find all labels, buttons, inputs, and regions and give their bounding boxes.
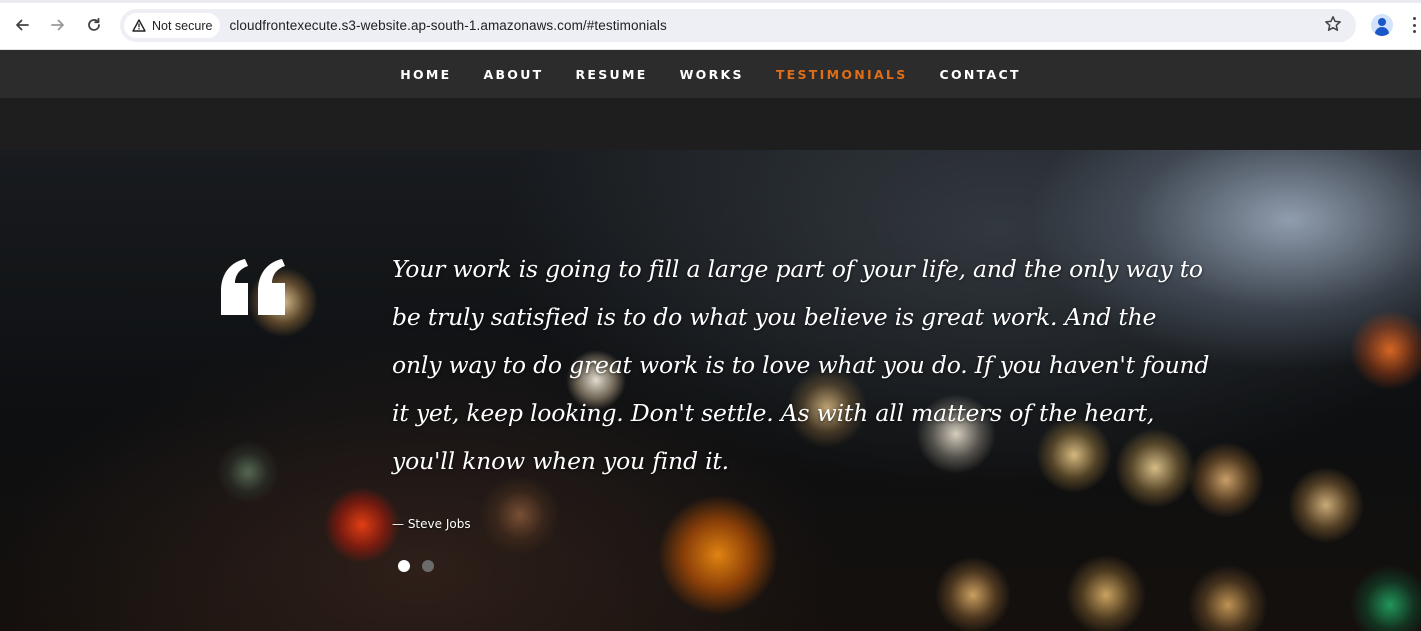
tab-strip-edge	[0, 0, 1421, 3]
forward-button[interactable]	[44, 11, 72, 39]
back-button[interactable]	[8, 11, 36, 39]
address-bar[interactable]: Not secure cloudfrontexecute.s3-website.…	[120, 9, 1356, 42]
slider-pagination	[398, 560, 434, 572]
nav-works[interactable]: WORKS	[664, 67, 760, 82]
nav-testimonials[interactable]: TESTIMONIALS	[760, 67, 924, 82]
security-label: Not secure	[152, 18, 213, 33]
url-text[interactable]: cloudfrontexecute.s3-website.ap-south-1.…	[229, 18, 666, 33]
avatar-body	[1375, 27, 1389, 36]
slide-dot-2[interactable]	[422, 560, 434, 572]
quote-left-icon	[221, 259, 285, 315]
menu-dot	[1412, 17, 1416, 20]
menu-dot	[1412, 23, 1416, 27]
browser-menu-icon[interactable]	[1412, 17, 1416, 33]
nav-contact[interactable]: CONTACT	[924, 67, 1037, 82]
nav-resume[interactable]: RESUME	[559, 67, 663, 82]
profile-avatar-icon[interactable]	[1371, 14, 1393, 36]
arrow-right-icon	[51, 19, 64, 31]
slide-dot-1[interactable]	[398, 560, 410, 572]
header-band	[0, 98, 1421, 150]
avatar-head	[1378, 18, 1386, 26]
site-navigation: HOME ABOUT RESUME WORKS TESTIMONIALS CON…	[0, 50, 1421, 98]
warning-icon	[132, 19, 146, 32]
nav-home[interactable]: HOME	[384, 67, 467, 82]
testimonials-section: Your work is going to fill a large part …	[0, 150, 1421, 631]
testimonial-quote: Your work is going to fill a large part …	[392, 255, 1210, 475]
menu-dot	[1412, 30, 1416, 33]
star-icon[interactable]	[1324, 15, 1342, 33]
nav-about[interactable]: ABOUT	[467, 67, 559, 82]
reload-button[interactable]	[80, 11, 108, 39]
arrow-left-icon	[16, 19, 29, 31]
reload-icon	[88, 17, 100, 31]
testimonial-author: — Steve Jobs	[392, 517, 471, 531]
security-chip[interactable]: Not secure	[124, 13, 221, 38]
browser-toolbar: Not secure cloudfrontexecute.s3-website.…	[0, 0, 1421, 50]
